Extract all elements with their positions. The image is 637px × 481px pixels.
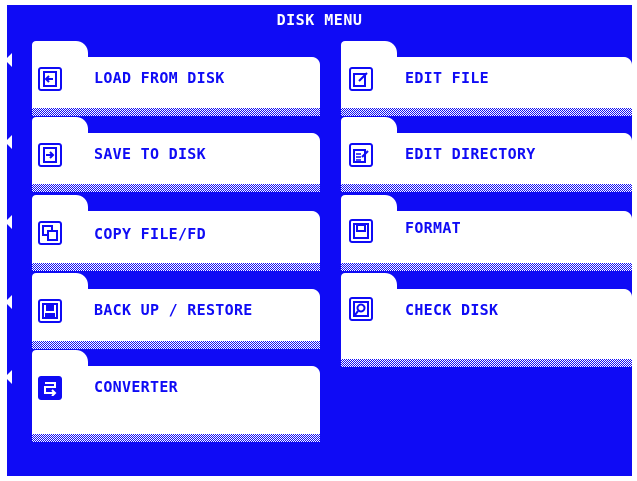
menu-item-label: BACK UP / RESTORE [94,301,253,319]
menu-item-backup-restore[interactable]: BACK UP / RESTORE [32,289,320,341]
dither-divider [32,184,320,192]
copy-file-icon [38,221,62,245]
check-disk-icon [349,297,373,321]
menu-item-label: LOAD FROM DISK [94,69,225,87]
disk-menu-screen: DISK MENU LOAD FROM DISK SAVE TO DISK CO… [7,5,632,476]
menu-item-label: SAVE TO DISK [94,145,206,163]
menu-item-copy-file[interactable]: COPY FILE/FD [32,211,320,263]
menu-item-converter[interactable]: CONVERTER [32,366,320,434]
menu-item-label: FORMAT [405,219,461,237]
menu-item-edit-file[interactable]: EDIT FILE [341,57,632,109]
dither-divider [32,108,320,116]
dither-divider [32,434,320,442]
screen-title: DISK MENU [276,11,363,29]
page-arrow-4[interactable] [7,295,12,309]
backup-restore-icon [38,299,62,323]
dither-divider [32,263,320,271]
menu-item-check-disk[interactable]: CHECK DISK [341,289,632,359]
edit-file-icon [349,67,373,91]
page-arrow-2[interactable] [7,135,12,149]
menu-item-save-to-disk[interactable]: SAVE TO DISK [32,133,320,185]
menu-item-format[interactable]: FORMAT [341,211,632,263]
menu-item-edit-directory[interactable]: EDIT DIRECTORY [341,133,632,185]
menu-item-label: EDIT DIRECTORY [405,145,536,163]
dither-divider [341,263,632,271]
dither-divider [341,108,632,116]
menu-item-label: CONVERTER [94,378,178,396]
dither-divider [341,184,632,192]
converter-icon [38,376,62,400]
dither-divider [32,341,320,349]
save-disk-icon [38,143,62,167]
menu-item-load-from-disk[interactable]: LOAD FROM DISK [32,57,320,109]
menu-item-label: CHECK DISK [405,301,499,319]
menu-item-label: EDIT FILE [405,69,489,87]
format-disk-icon [349,219,373,243]
edit-directory-icon [349,143,373,167]
page-arrow-3[interactable] [7,215,12,229]
menu-item-label: COPY FILE/FD [94,225,206,243]
page-arrow-1[interactable] [7,53,12,67]
dither-divider [341,359,632,367]
load-disk-icon [38,67,62,91]
page-arrow-5[interactable] [7,370,12,384]
